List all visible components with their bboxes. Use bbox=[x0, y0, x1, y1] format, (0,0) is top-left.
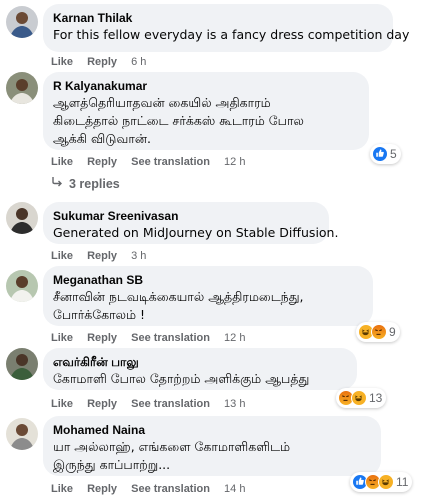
author-name[interactable]: R Kalyanakumar bbox=[53, 79, 359, 94]
timestamp[interactable]: 6 h bbox=[131, 56, 146, 68]
comment-actions: Like Reply See translation 13 h bbox=[51, 398, 256, 410]
avatar[interactable] bbox=[6, 202, 38, 234]
comment-text-line: கோமாளி போல தோற்றம் அளிக்கும் ஆபத்து bbox=[53, 371, 310, 386]
like-reaction-icon bbox=[372, 146, 388, 162]
comment-text-line: போர்க்கோலம் ! bbox=[53, 307, 146, 322]
comment-text-line: ஆக்கி விடுவான். bbox=[53, 131, 151, 146]
like-button[interactable]: Like bbox=[51, 483, 73, 495]
reply-button[interactable]: Reply bbox=[87, 56, 117, 68]
reaction-summary[interactable]: 5 bbox=[370, 144, 401, 164]
comment-text-line: சீனாவின் நடவடிக்கையால் ஆத்திரமடைந்து, bbox=[53, 289, 304, 304]
see-translation-button[interactable]: See translation bbox=[131, 483, 210, 495]
comment-bubble: R Kalyanakumar ஆளத்தெரியாதவன் கையில் அதி… bbox=[43, 72, 369, 150]
comment-text-line: கிடைத்தால் நாட்டை சர்க்கஸ் கூடாரம் போல bbox=[53, 113, 304, 128]
reaction-summary[interactable]: 11 bbox=[350, 472, 413, 492]
like-button[interactable]: Like bbox=[51, 332, 73, 344]
haha-reaction-icon bbox=[351, 390, 367, 406]
author-name[interactable]: எவர்கிரீன் பாலு bbox=[53, 355, 347, 370]
reaction-count: 13 bbox=[369, 391, 383, 405]
timestamp[interactable]: 13 h bbox=[224, 398, 245, 410]
reply-button[interactable]: Reply bbox=[87, 156, 117, 168]
avatar[interactable] bbox=[6, 72, 38, 104]
comment-bubble: Sukumar Sreenivasan Generated on MidJour… bbox=[43, 202, 339, 244]
comment-actions: Like Reply 3 h bbox=[51, 250, 157, 262]
reply-button[interactable]: Reply bbox=[87, 332, 117, 344]
comment-text-line: யா அல்லாஹ், எங்களை கோமாளிகளிடம் bbox=[53, 439, 291, 454]
haha-reaction-icon bbox=[378, 474, 394, 490]
see-translation-button[interactable]: See translation bbox=[131, 398, 210, 410]
reply-arrow-icon bbox=[51, 176, 63, 191]
comment-text-line: ஆளத்தெரியாதவன் கையில் அதிகாரம் bbox=[53, 95, 271, 110]
reaction-summary[interactable]: 9 bbox=[356, 322, 400, 342]
like-button[interactable]: Like bbox=[51, 250, 73, 262]
comment-actions: Like Reply 6 h bbox=[51, 56, 157, 68]
timestamp[interactable]: 14 h bbox=[224, 483, 245, 495]
reply-button[interactable]: Reply bbox=[87, 398, 117, 410]
reply-button[interactable]: Reply bbox=[87, 483, 117, 495]
timestamp[interactable]: 12 h bbox=[224, 156, 245, 168]
comment-bubble: எவர்கிரீன் பாலு கோமாளி போல தோற்றம் அளிக்… bbox=[43, 348, 357, 390]
comment-bubble: Mohamed Naina யா அல்லாஹ், எங்களை கோமாளிக… bbox=[43, 416, 381, 476]
like-button[interactable]: Like bbox=[51, 398, 73, 410]
avatar[interactable] bbox=[6, 6, 38, 38]
angry-reaction-icon bbox=[371, 324, 387, 340]
reaction-count: 5 bbox=[390, 147, 397, 161]
comment-text: For this fellow everyday is a fancy dres… bbox=[53, 27, 410, 42]
author-name[interactable]: Karnan Thilak bbox=[53, 11, 383, 26]
comment-text: Generated on MidJourney on Stable Diffus… bbox=[53, 225, 339, 240]
author-name[interactable]: Meganathan SB bbox=[53, 273, 363, 288]
reply-button[interactable]: Reply bbox=[87, 250, 117, 262]
avatar[interactable] bbox=[6, 418, 38, 450]
avatar[interactable] bbox=[6, 270, 38, 302]
see-translation-button[interactable]: See translation bbox=[131, 156, 210, 168]
comment-actions: Like Reply See translation 14 h bbox=[51, 483, 256, 495]
reaction-summary[interactable]: 13 bbox=[336, 388, 387, 408]
see-translation-button[interactable]: See translation bbox=[131, 332, 210, 344]
replies-count-label: 3 replies bbox=[69, 177, 120, 191]
like-button[interactable]: Like bbox=[51, 56, 73, 68]
reaction-count: 11 bbox=[396, 475, 409, 489]
comment-bubble: Karnan Thilak For this fellow everyday i… bbox=[43, 4, 410, 52]
comment-text-line: இருந்து காப்பாற்று... bbox=[53, 457, 171, 472]
view-replies-button[interactable]: 3 replies bbox=[51, 176, 120, 191]
like-button[interactable]: Like bbox=[51, 156, 73, 168]
comment-actions: Like Reply See translation 12 h bbox=[51, 332, 256, 344]
comment-bubble: Meganathan SB சீனாவின் நடவடிக்கையால் ஆத்… bbox=[43, 266, 373, 326]
timestamp[interactable]: 3 h bbox=[131, 250, 146, 262]
reaction-count: 9 bbox=[389, 325, 396, 339]
avatar[interactable] bbox=[6, 348, 38, 380]
author-name[interactable]: Sukumar Sreenivasan bbox=[53, 209, 319, 224]
timestamp[interactable]: 12 h bbox=[224, 332, 245, 344]
comment-actions: Like Reply See translation 12 h bbox=[51, 156, 256, 168]
author-name[interactable]: Mohamed Naina bbox=[53, 423, 371, 438]
